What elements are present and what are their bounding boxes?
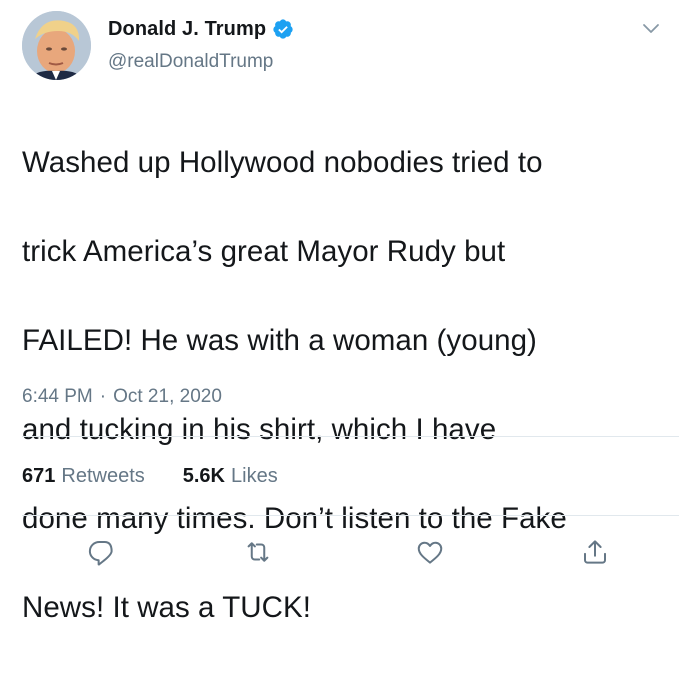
divider bbox=[22, 436, 679, 437]
tweet-line: FAILED! He was with a woman (young) bbox=[22, 323, 537, 357]
tweet-timestamp[interactable]: 6:44 PM · Oct 21, 2020 bbox=[22, 386, 222, 408]
reply-icon[interactable] bbox=[87, 537, 117, 567]
user-name-row: Donald J. Trump bbox=[108, 15, 294, 43]
chevron-down-icon[interactable] bbox=[640, 18, 662, 40]
verified-badge-icon bbox=[272, 18, 294, 40]
retweets-label: Retweets bbox=[61, 465, 145, 487]
meta-separator: · bbox=[99, 386, 107, 407]
likes-label: Likes bbox=[231, 465, 278, 487]
share-icon[interactable] bbox=[580, 537, 610, 567]
tweet-date: Oct 21, 2020 bbox=[113, 386, 222, 407]
tweet-line: trick America’s great Mayor Rudy but bbox=[22, 234, 506, 268]
like-icon[interactable] bbox=[415, 537, 445, 567]
likes-stat[interactable]: 5.6K Likes bbox=[183, 465, 278, 488]
retweets-stat[interactable]: 671 Retweets bbox=[22, 465, 145, 488]
retweet-icon[interactable] bbox=[243, 537, 273, 567]
profile-photo-icon bbox=[22, 11, 91, 80]
display-name[interactable]: Donald J. Trump bbox=[108, 18, 266, 41]
engagement-stats: 671 Retweets 5.6K Likes bbox=[22, 465, 278, 488]
likes-count: 5.6K bbox=[182, 465, 225, 487]
tweet-line: and tucking in his shirt, which I have bbox=[22, 412, 497, 446]
tweet-time: 6:44 PM bbox=[22, 386, 93, 407]
tweet-line: News! It was a TUCK! bbox=[22, 590, 311, 624]
retweets-count: 671 bbox=[22, 465, 56, 487]
tweet-line: Washed up Hollywood nobodies tried to bbox=[22, 145, 543, 179]
avatar[interactable] bbox=[22, 11, 91, 80]
divider bbox=[22, 515, 679, 516]
tweet-line: done many times. Don’t listen to the Fak… bbox=[22, 501, 567, 535]
user-handle[interactable]: @realDonaldTrump bbox=[108, 51, 273, 73]
